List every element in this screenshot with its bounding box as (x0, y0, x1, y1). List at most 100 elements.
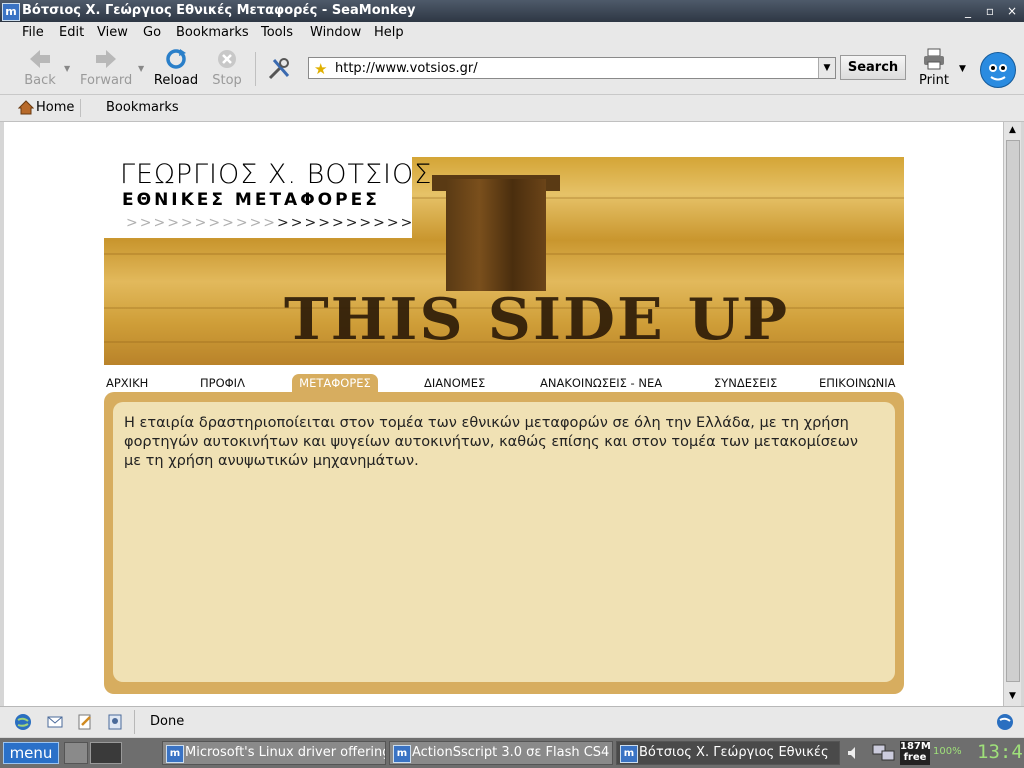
memory-label: free (903, 752, 927, 763)
close-window-button[interactable]: × (1004, 3, 1020, 19)
bookmark-star-icon[interactable]: ★ (314, 60, 327, 78)
network-icon[interactable] (872, 744, 896, 762)
taskbar-task-label: ActionSscript 3.0 σε Flash CS4 (412, 745, 610, 760)
scroll-up-icon[interactable]: ▲ (1004, 122, 1021, 138)
menu-bookmarks[interactable]: Bookmarks (176, 25, 249, 40)
content-panel-inner: Η εταιρία δραστηριοποίειται στον τομέα τ… (113, 402, 895, 682)
navigator-globe-icon[interactable] (14, 713, 32, 731)
back-history-dropdown-icon[interactable]: ▼ (64, 64, 70, 73)
workspace-pager[interactable] (90, 742, 122, 764)
taskbar-task-label: Microsoft's Linux driver offering (185, 745, 386, 760)
desktop-taskbar: menu m Microsoft's Linux driver offering… (0, 738, 1024, 768)
forward-history-dropdown-icon[interactable]: ▼ (138, 64, 144, 73)
forward-arrow-icon (96, 50, 116, 68)
search-button[interactable]: Search (840, 55, 906, 80)
site-nav: ΑΡΧΙΚΗ ΠΡΟΦΙΛ ΜΕΤΑΦΟΡΕΣ ΔΙΑΝΟΜΕΣ ΑΝΑΚΟΙΝ… (104, 374, 904, 392)
taskbar-task[interactable]: m Microsoft's Linux driver offering (162, 741, 386, 765)
battery-indicator: 100% (933, 746, 962, 757)
navigation-toolbar: Back ▼ Forward ▼ Reload Stop ★ ▼ Search … (0, 44, 1024, 95)
stop-icon (218, 50, 236, 68)
seamonkey-app-icon[interactable]: m (2, 3, 20, 21)
this-side-up-stamp: THIS SIDE UP (284, 286, 790, 354)
reload-label: Reload (153, 73, 199, 88)
nav-profile[interactable]: ΠΡΟΦΙΛ (200, 374, 245, 392)
nav-transport[interactable]: ΜΕΤΑΦΟΡΕΣ (292, 374, 378, 392)
mail-icon[interactable] (46, 713, 64, 731)
menu-edit[interactable]: Edit (59, 25, 84, 40)
personal-toolbar-separator (80, 99, 81, 117)
seamonkey-throbber-icon[interactable] (980, 52, 1016, 88)
taskbar-task[interactable]: m ActionSscript 3.0 σε Flash CS4 (389, 741, 613, 765)
url-input[interactable] (335, 60, 815, 76)
forward-button[interactable]: Forward (80, 48, 132, 88)
status-separator (134, 710, 135, 734)
menu-help[interactable]: Help (374, 25, 404, 40)
toolbar-separator (255, 52, 256, 86)
memory-monitor: 187M free (900, 741, 931, 765)
maximize-button[interactable]: ▫ (982, 3, 998, 19)
home-button[interactable]: Home (18, 100, 74, 115)
reload-icon (166, 49, 186, 69)
taskbar-task-label: Βότσιος Χ. Γεώργιος Εθνικές (639, 745, 829, 760)
stop-label: Stop (212, 73, 242, 88)
back-label: Back (24, 73, 56, 88)
web-content-area: THIS SIDE UP ΓΕΩΡΓΙΟΣ Χ. ΒΟΤΣΙΟΣ ΕΘΝΙΚΕΣ… (4, 122, 1003, 706)
scrollbar-thumb[interactable] (1006, 140, 1020, 682)
volume-icon[interactable] (846, 745, 862, 761)
window-titlebar[interactable]: m Βότσιος Χ. Γεώργιος Εθνικές Μεταφορές … (0, 0, 1024, 22)
composer-icon[interactable] (76, 713, 94, 731)
scroll-down-icon[interactable]: ▼ (1004, 688, 1021, 704)
menu-go[interactable]: Go (143, 25, 161, 40)
menu-window[interactable]: Window (310, 25, 361, 40)
security-globe-icon[interactable] (996, 713, 1014, 731)
seamonkey-task-icon: m (166, 745, 184, 763)
print-label: Print (919, 73, 949, 88)
status-bar: Done (0, 706, 1024, 737)
tools-wrench-button[interactable] (266, 56, 294, 82)
status-text: Done (150, 714, 185, 729)
personal-toolbar: Home Bookmarks (0, 95, 1024, 122)
wrench-icon (268, 58, 290, 80)
printer-icon (924, 48, 944, 70)
clock[interactable]: 13:46 (977, 741, 1024, 763)
nav-home[interactable]: ΑΡΧΙΚΗ (106, 374, 148, 392)
home-icon (18, 100, 34, 115)
logo-arrows-dark: >>>>>>>>>> (277, 215, 415, 231)
body-text: Η εταιρία δραστηριοποίειται στον τομέα τ… (124, 415, 859, 469)
back-arrow-icon (30, 50, 50, 68)
reload-button[interactable]: Reload (152, 48, 200, 88)
content-panel: Η εταιρία δραστηριοποίειται στον τομέα τ… (104, 392, 904, 694)
menu-tools[interactable]: Tools (261, 25, 293, 40)
url-bar[interactable]: ★ ▼ (308, 57, 836, 79)
site-logo[interactable]: ΓΕΩΡΓΙΟΣ Χ. ΒΟΤΣΙΟΣ ΕΘΝΙΚΕΣ ΜΕΤΑΦΟΡΕΣ >>… (104, 157, 431, 238)
minimize-button[interactable]: _ (960, 3, 976, 19)
back-button[interactable]: Back (22, 48, 58, 88)
stop-button[interactable]: Stop (208, 48, 246, 88)
nav-announcements[interactable]: ΑΝΑΚΟΙΝΩΣΕΙΣ - ΝΕΑ (540, 374, 662, 392)
taskbar-task-active[interactable]: m Βότσιος Χ. Γεώργιος Εθνικές (616, 741, 840, 765)
show-desktop-icon[interactable] (64, 742, 88, 764)
menu-view[interactable]: View (97, 25, 128, 40)
url-history-dropdown-icon[interactable]: ▼ (818, 58, 835, 78)
address-book-icon[interactable] (106, 713, 124, 731)
nav-links[interactable]: ΣΥΝΔΕΣΕΙΣ (714, 374, 777, 392)
logo-subtitle: ΕΘΝΙΚΕΣ ΜΕΤΑΦΟΡΕΣ (122, 190, 380, 210)
nav-distribution[interactable]: ΔΙΑΝΟΜΕΣ (424, 374, 485, 392)
seamonkey-face-icon (989, 64, 1007, 81)
site-banner: THIS SIDE UP ΓΕΩΡΓΙΟΣ Χ. ΒΟΤΣΙΟΣ ΕΘΝΙΚΕΣ… (104, 157, 904, 365)
seamonkey-task-icon: m (393, 745, 411, 763)
vertical-scrollbar[interactable]: ▲ ▼ (1003, 122, 1021, 706)
start-menu-button[interactable]: menu (3, 742, 59, 764)
logo-name: ΓΕΩΡΓΙΟΣ Χ. ΒΟΤΣΙΟΣ (120, 159, 433, 190)
dark-plank (446, 179, 546, 291)
menubar: File Edit View Go Bookmarks Tools Window… (0, 22, 1024, 44)
print-button[interactable]: Print (914, 48, 954, 88)
bookmarks-button[interactable]: Bookmarks (106, 100, 179, 115)
logo-arrows: >>>>>>>>>>>>>>>>>>>>> (126, 215, 414, 231)
print-dropdown-icon[interactable]: ▼ (959, 64, 966, 74)
logo-arrows-light: >>>>>>>>>>> (126, 215, 278, 231)
menu-file[interactable]: File (22, 25, 44, 40)
seamonkey-task-icon: m (620, 745, 638, 763)
memory-value: 187M (900, 741, 931, 752)
nav-contact[interactable]: ΕΠΙΚΟΙΝΩΝΙΑ (819, 374, 896, 392)
